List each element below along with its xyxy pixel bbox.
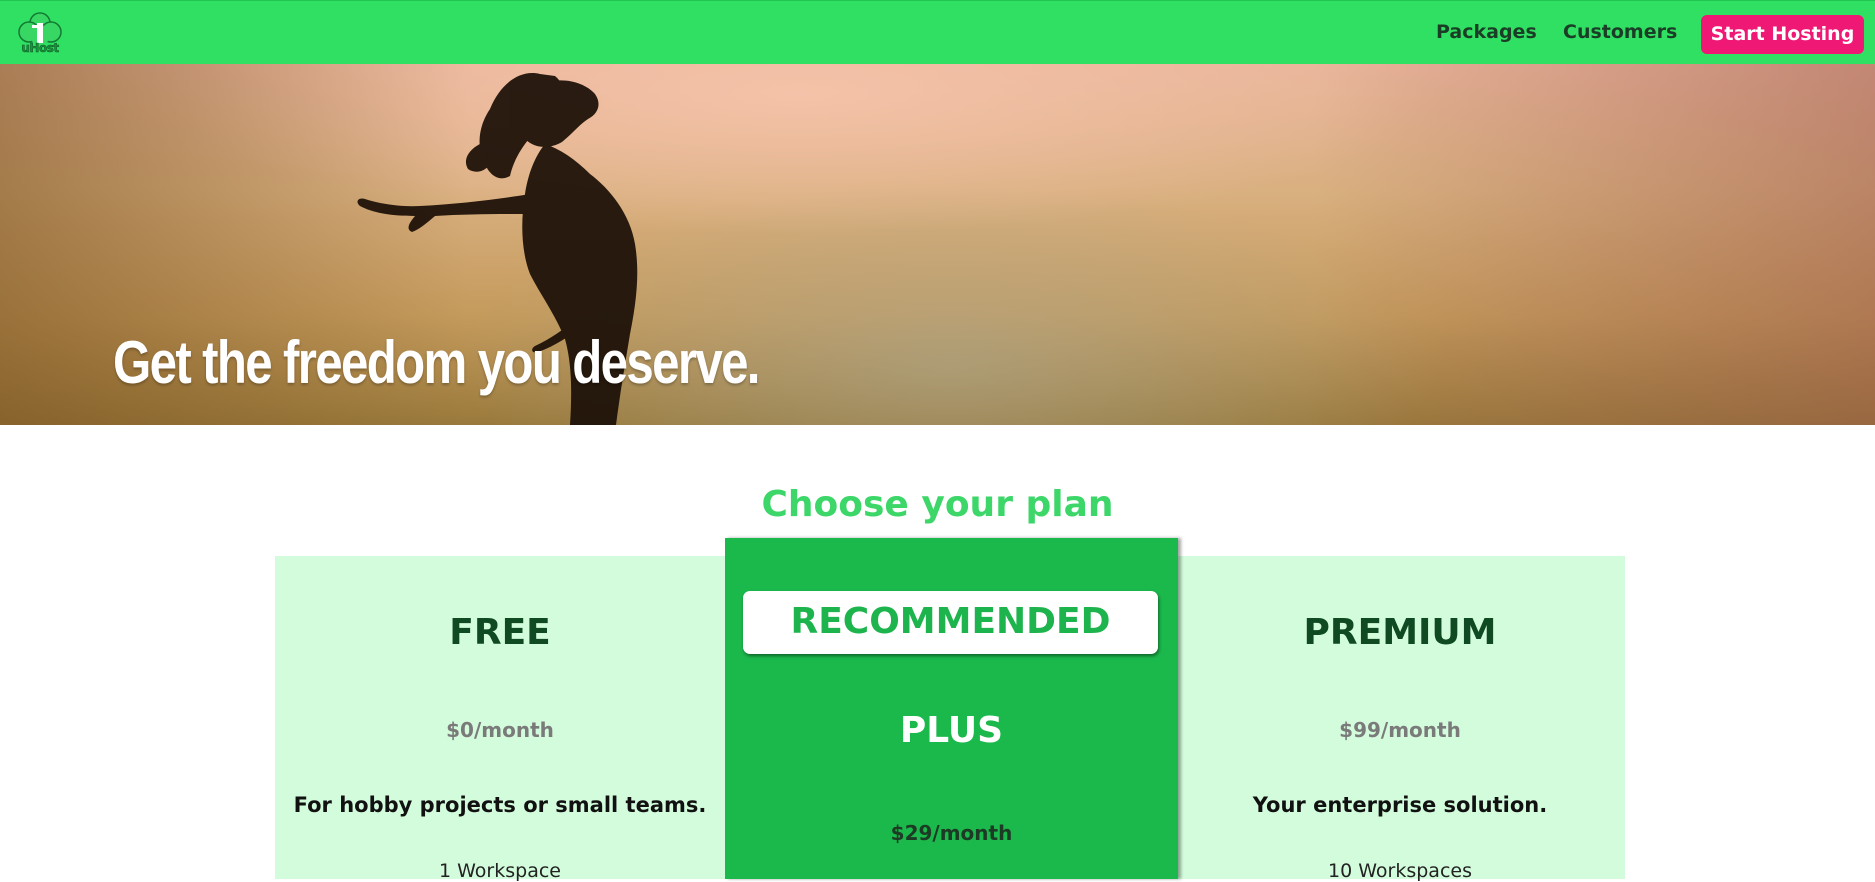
nav-link-packages[interactable]: Packages: [1436, 21, 1537, 43]
recommended-badge: RECOMMENDED: [743, 591, 1158, 654]
plan-price: $29/month: [890, 821, 1013, 845]
hero-banner: Get the freedom you deserve.: [0, 64, 1875, 425]
logo-link[interactable]: uHost: [16, 9, 64, 59]
hero-title: Get the freedom you deserve.: [113, 329, 760, 397]
plan-name: PREMIUM: [1303, 612, 1497, 653]
plan-name: PLUS: [899, 710, 1004, 751]
plan-card-premium: PREMIUM $99/month Your enterprise soluti…: [1175, 556, 1625, 882]
plan-price: $0/month: [446, 718, 554, 742]
start-hosting-button[interactable]: Start Hosting: [1701, 15, 1864, 54]
section-title: Choose your plan: [761, 483, 1114, 525]
nav-link-customers[interactable]: Customers: [1563, 21, 1677, 43]
plan-card-free: FREE $0/month For hobby projects or smal…: [275, 556, 725, 882]
plan-name: FREE: [449, 612, 551, 653]
main-header: uHost Packages Customers Start Hosting: [0, 0, 1875, 64]
plan-price: $99/month: [1339, 718, 1461, 742]
plan-card-plus: RECOMMENDED PLUS $29/month: [725, 538, 1178, 879]
plan-description: For hobby projects or small teams.: [293, 793, 707, 817]
plan-description: Your enterprise solution.: [1252, 793, 1548, 817]
logo-text: uHost: [21, 41, 59, 56]
